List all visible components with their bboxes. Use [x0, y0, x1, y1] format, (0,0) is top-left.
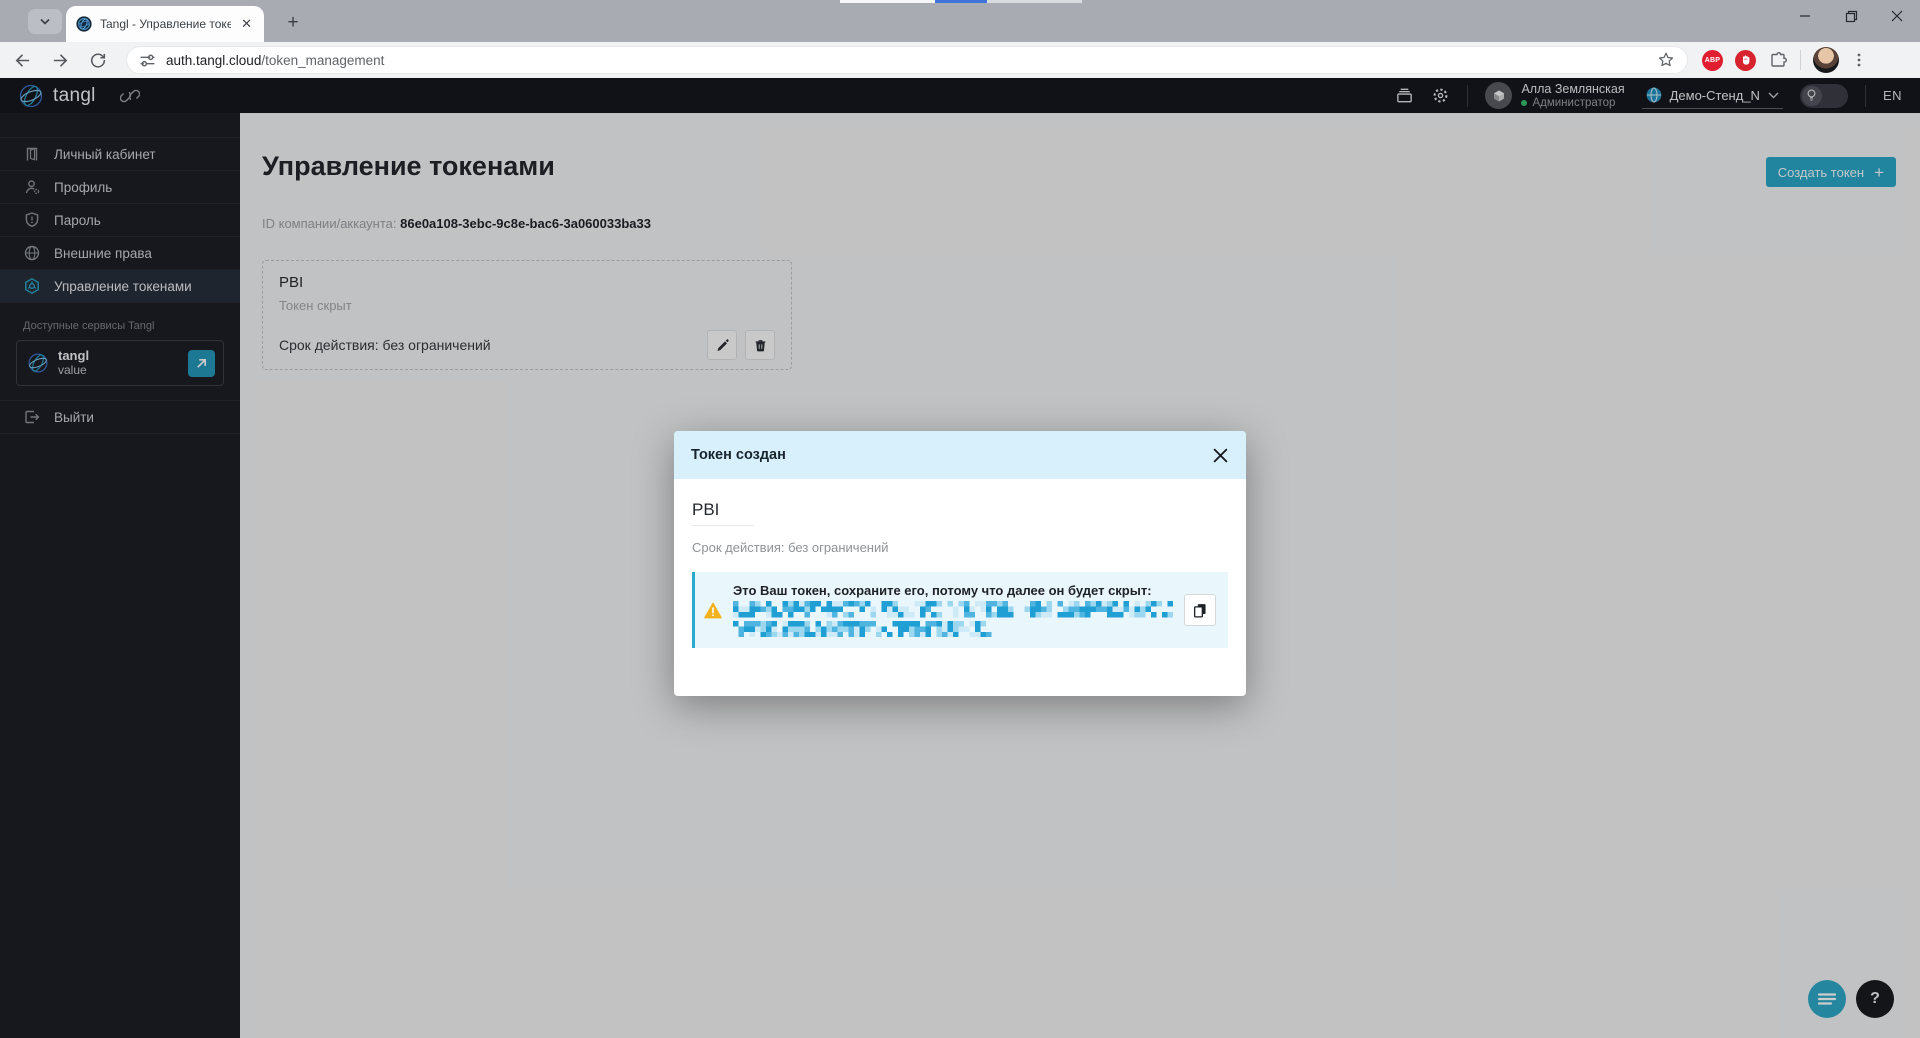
window-restore-button[interactable]: [1828, 0, 1874, 32]
warning-triangle-icon: [704, 601, 722, 620]
token-warning-box: Это Ваш токен, сохраните его, потому что…: [692, 572, 1228, 648]
token-reveal-block: Это Ваш токен, сохраните его, потому что…: [733, 583, 1173, 637]
url-text: auth.tangl.cloud/token_management: [166, 53, 384, 68]
modal-header: Токен создан: [674, 431, 1246, 479]
reload-button[interactable]: [82, 44, 114, 76]
modal-body: PBI Срок действия: без ограничений Это В…: [674, 479, 1246, 648]
copy-token-button[interactable]: [1184, 594, 1216, 626]
modal-token-name: PBI: [692, 500, 754, 526]
background-window-edge: [840, 0, 935, 3]
app-viewport: tangl: [0, 78, 1920, 1038]
extensions-puzzle-icon[interactable]: [1768, 50, 1788, 70]
window-minimize-button[interactable]: [1782, 0, 1828, 32]
restore-icon: [1845, 10, 1858, 23]
tab-close-icon[interactable]: ✕: [239, 16, 254, 32]
toolbar-divider: [1800, 50, 1801, 70]
browser-toolbar: auth.tangl.cloud/token_management ABP: [0, 42, 1920, 78]
window-close-button[interactable]: [1874, 0, 1920, 32]
back-arrow-icon: [13, 51, 32, 70]
background-window-edge-gray: [987, 0, 1082, 3]
background-window-edge-blue: [935, 0, 987, 3]
redacted-token-line-2: [733, 621, 992, 638]
modal-token-expiry: Срок действия: без ограничений: [692, 540, 1228, 555]
chevron-down-icon: [39, 18, 51, 26]
close-icon: [1891, 10, 1903, 22]
new-tab-button[interactable]: +: [280, 10, 306, 36]
modal-title: Токен создан: [691, 447, 786, 463]
address-bar[interactable]: auth.tangl.cloud/token_management: [126, 46, 1688, 74]
redacted-token-line-1: [733, 601, 1173, 618]
window-controls: [1782, 0, 1920, 32]
extensions-row: ABP: [1702, 47, 1867, 73]
forward-button[interactable]: [44, 44, 76, 76]
token-created-modal: Токен создан PBI Срок действия: без огра…: [674, 431, 1246, 696]
close-icon: [1212, 447, 1229, 464]
token-warning-text: Это Ваш токен, сохраните его, потому что…: [733, 583, 1173, 598]
bookmark-star-icon[interactable]: [1657, 51, 1675, 69]
forward-arrow-icon: [51, 51, 70, 70]
reload-icon: [89, 51, 107, 69]
hand-icon: [1740, 54, 1752, 66]
browser-menu-kebab-icon[interactable]: [1851, 52, 1867, 68]
tab-search-button[interactable]: [28, 9, 62, 34]
minimize-icon: [1799, 10, 1811, 22]
browser-tab[interactable]: Tangl - Управление токенами ✕: [66, 6, 264, 42]
back-button[interactable]: [6, 44, 38, 76]
modal-close-button[interactable]: [1212, 447, 1229, 464]
adblock-extension-icon[interactable]: [1735, 50, 1756, 71]
copy-icon: [1192, 602, 1208, 618]
abp-extension-icon[interactable]: ABP: [1702, 50, 1723, 71]
browser-profile-avatar[interactable]: [1813, 47, 1839, 73]
tangl-favicon: [76, 16, 92, 32]
tab-title: Tangl - Управление токенами: [100, 17, 231, 31]
site-settings-icon: [139, 52, 156, 69]
screen: Tangl - Управление токенами ✕ +: [0, 0, 1920, 1038]
browser-tab-strip: Tangl - Управление токенами ✕ +: [0, 0, 1920, 42]
